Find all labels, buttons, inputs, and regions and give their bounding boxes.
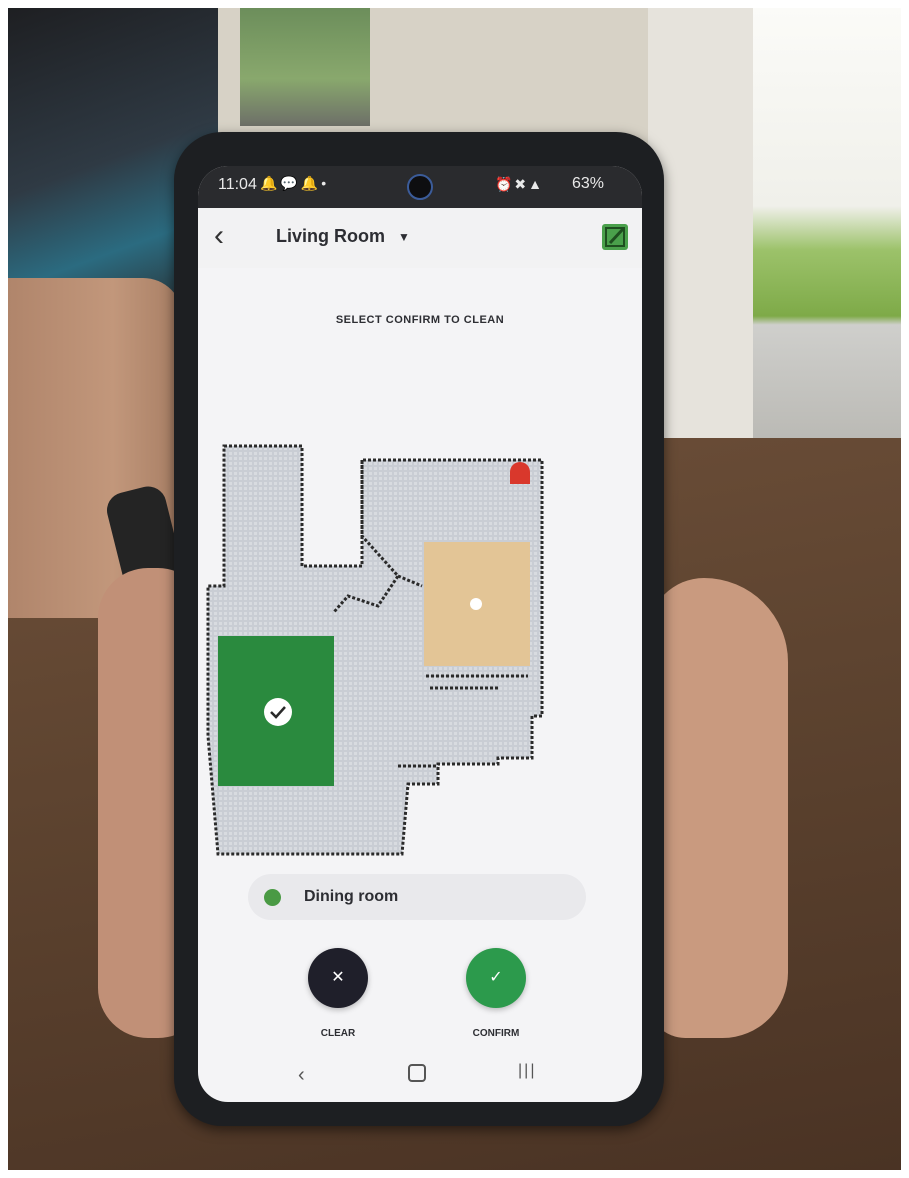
selected-check-icon (264, 698, 292, 726)
system-nav-bar: ‹ ||| (198, 1054, 642, 1102)
app-bar: ‹ Living Room ▼ (198, 208, 642, 268)
front-camera (407, 174, 433, 200)
notification-icons: 🔔💬🔔• (260, 175, 330, 191)
back-arrow-icon[interactable]: ‹ (214, 218, 244, 254)
nav-home-icon[interactable] (408, 1064, 426, 1082)
floor-map (206, 444, 544, 856)
status-time: 11:04 (218, 176, 257, 193)
battery-level: 63% (572, 175, 605, 192)
phone-screen: 11:04 🔔💬🔔• ⏰✖▲ 63% ‹ Living Room ▼ SELEC… (198, 166, 642, 1102)
close-icon: ✕ (331, 969, 345, 986)
photo-background: 11:04 🔔💬🔔• ⏰✖▲ 63% ‹ Living Room ▼ SELEC… (8, 8, 901, 1170)
instruction-text: SELECT CONFIRM TO CLEAN (335, 314, 505, 326)
check-icon: ✓ (489, 969, 503, 986)
nav-recents-icon[interactable]: ||| (518, 1062, 536, 1080)
room-title[interactable]: Living Room (276, 226, 385, 247)
hand-right (648, 578, 788, 1038)
dock-icon (510, 462, 530, 484)
phone: 11:04 🔔💬🔔• ⏰✖▲ 63% ‹ Living Room ▼ SELEC… (174, 132, 664, 1126)
selected-room-label: Dining room (304, 888, 399, 905)
room-color-dot (264, 889, 281, 906)
window-right (753, 8, 901, 448)
clear-button[interactable]: ✕ (308, 948, 368, 1008)
window-left (240, 8, 370, 126)
nav-back-icon[interactable]: ‹ (298, 1064, 305, 1087)
confirm-label: CONFIRM (472, 1028, 520, 1039)
system-icons: ⏰✖▲ (495, 176, 545, 192)
pencil-icon[interactable] (602, 224, 628, 250)
clear-label: CLEAR (320, 1028, 356, 1039)
robot-position (470, 598, 482, 610)
triangle-down-icon[interactable]: ▼ (398, 230, 410, 244)
selected-room-chip[interactable]: Dining room (248, 874, 586, 920)
confirm-button[interactable]: ✓ (466, 948, 526, 1008)
status-bar: 11:04 🔔💬🔔• ⏰✖▲ 63% (198, 166, 642, 208)
